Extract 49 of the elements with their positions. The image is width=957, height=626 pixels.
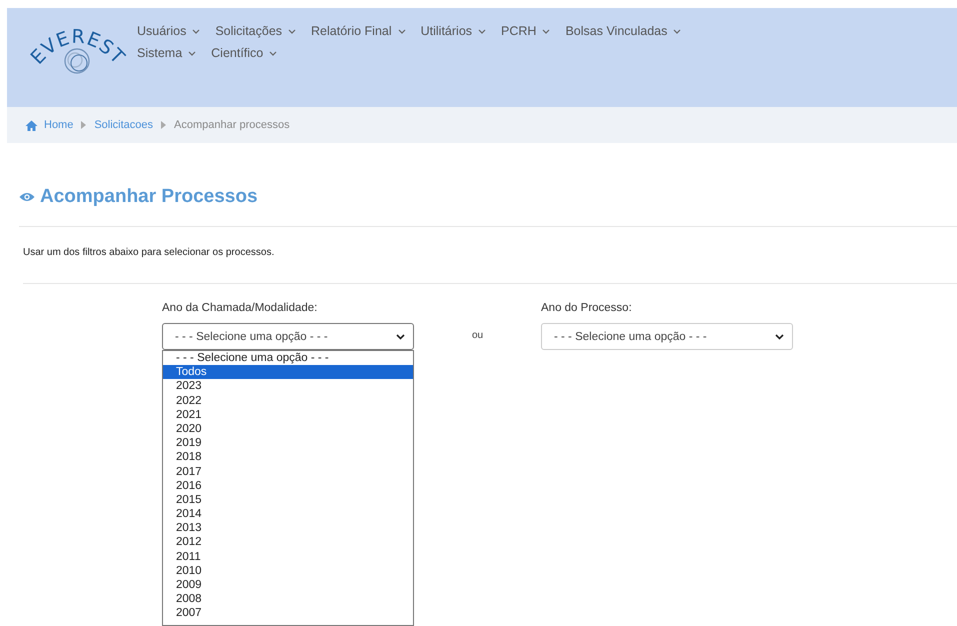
chevron-down-icon [478, 28, 486, 34]
menu-item[interactable]: Sistema [137, 46, 196, 61]
dropdown-option[interactable]: 2012 [163, 535, 413, 550]
chevron-down-icon [398, 28, 406, 34]
chevron-down-icon [192, 28, 200, 34]
menu-item[interactable]: PCRH [501, 24, 550, 39]
menu-item[interactable]: Bolsas Vinculadas [565, 24, 682, 39]
chevron-down-icon [269, 50, 278, 56]
dropdown-option[interactable]: 2022 [163, 394, 413, 408]
chevron-down-icon [775, 334, 784, 340]
menu-item[interactable]: Solicitações [215, 24, 296, 39]
breadcrumb-current: Acompanhar processos [174, 119, 290, 131]
dropdown-option[interactable]: 2011 [163, 550, 413, 564]
chevron-down-icon [396, 334, 405, 340]
chevron-down-icon [288, 28, 296, 34]
dropdown-option[interactable]: 2008 [163, 592, 413, 606]
chevron-down-icon [542, 28, 550, 34]
dropdown-option[interactable]: Todos [163, 365, 413, 380]
dropdown-option[interactable]: 2016 [163, 478, 413, 493]
dropdown-option[interactable]: 2018 [163, 450, 413, 464]
dropdown-option[interactable]: 2023 [163, 379, 413, 394]
dropdown-option[interactable]: 2013 [163, 521, 413, 536]
dropdown-option[interactable]: 2010 [163, 564, 413, 578]
dropdown-option[interactable]: 2014 [163, 507, 413, 522]
field-label: Ano do Processo: [541, 302, 633, 315]
page-title: Acompanhar Processos [40, 186, 258, 208]
dropdown-option[interactable]: - - - Selecione uma opção - - - [163, 351, 413, 366]
menu-item[interactable]: Utilitários [420, 24, 486, 39]
dropdown-option[interactable]: 2017 [163, 464, 413, 479]
chevron-down-icon [673, 28, 682, 34]
select-field[interactable]: - - - Selecione uma opção - - - [541, 323, 793, 350]
dropdown-option[interactable]: 2009 [163, 578, 413, 592]
menu-item[interactable]: Usuários [137, 24, 200, 39]
field-label: Ano da Chamada/Modalidade: [162, 302, 318, 315]
dropdown-option[interactable]: 2007 [163, 606, 413, 621]
eye-icon [19, 192, 35, 202]
dropdown-option[interactable]: 2020 [163, 422, 413, 436]
caret-right-icon [161, 121, 166, 129]
instructions-text: Usar um dos filtros abaixo para selecionar os processos. [23, 247, 276, 259]
separator-text: ou [470, 330, 484, 342]
home-icon [25, 120, 38, 130]
dropdown-option[interactable]: 2015 [163, 492, 413, 508]
chevron-down-icon [188, 50, 196, 56]
dropdown-option[interactable]: 2019 [163, 436, 413, 450]
dropdown-option[interactable]: 2021 [163, 408, 413, 422]
select-field[interactable]: - - - Selecione uma opção - - - [162, 323, 414, 350]
caret-right-icon [81, 121, 86, 129]
menu-item[interactable]: Científico [211, 46, 278, 61]
menu-item[interactable]: Relatório Final [311, 24, 406, 39]
